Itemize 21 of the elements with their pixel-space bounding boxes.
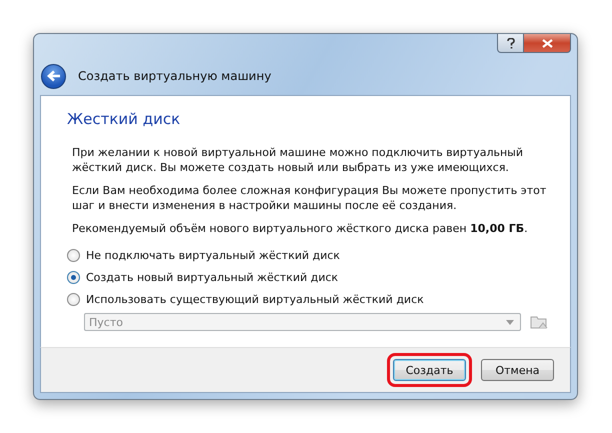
dialog-button[interactable]: Отмена <box>481 359 554 382</box>
help-button[interactable] <box>497 34 524 53</box>
radio-button[interactable] <box>67 270 80 284</box>
close-button[interactable] <box>524 34 571 53</box>
back-arrow-icon <box>46 70 60 82</box>
folder-icon <box>530 314 548 330</box>
dialog-button[interactable]: Создать <box>393 359 466 382</box>
description-text: При желании к новой виртуальной машине можно подключить виртуальный жёсткий диск. Вы можете создать новый или выбрать из уже имеющихся. <box>72 145 524 175</box>
description-text: Если Вам необходима более сложная конфигурация Вы можете пропустить этот шаг и внести изменения в настройки машины после её создания. <box>72 183 548 213</box>
radio-option[interactable]: Не подключать виртуальный жёсткий диск <box>67 244 340 266</box>
radio-option[interactable]: Использовать существующий виртуальный жёсткий диск <box>67 288 424 310</box>
window-title: Создать виртуальную машину <box>78 69 272 83</box>
description-text: Рекомендуемый объём нового виртуального жёсткого диска равен 10,00 ГБ. <box>72 221 529 236</box>
radio-button[interactable] <box>67 292 80 306</box>
radio-option[interactable]: Создать новый виртуальный жёсткий диск <box>67 266 338 288</box>
close-icon <box>542 38 552 48</box>
back-button[interactable] <box>41 64 66 88</box>
radio-button[interactable] <box>67 248 80 262</box>
help-icon <box>506 38 514 48</box>
dropdown-arrow-icon <box>506 320 514 324</box>
page-heading: Жесткий диск <box>67 110 182 128</box>
